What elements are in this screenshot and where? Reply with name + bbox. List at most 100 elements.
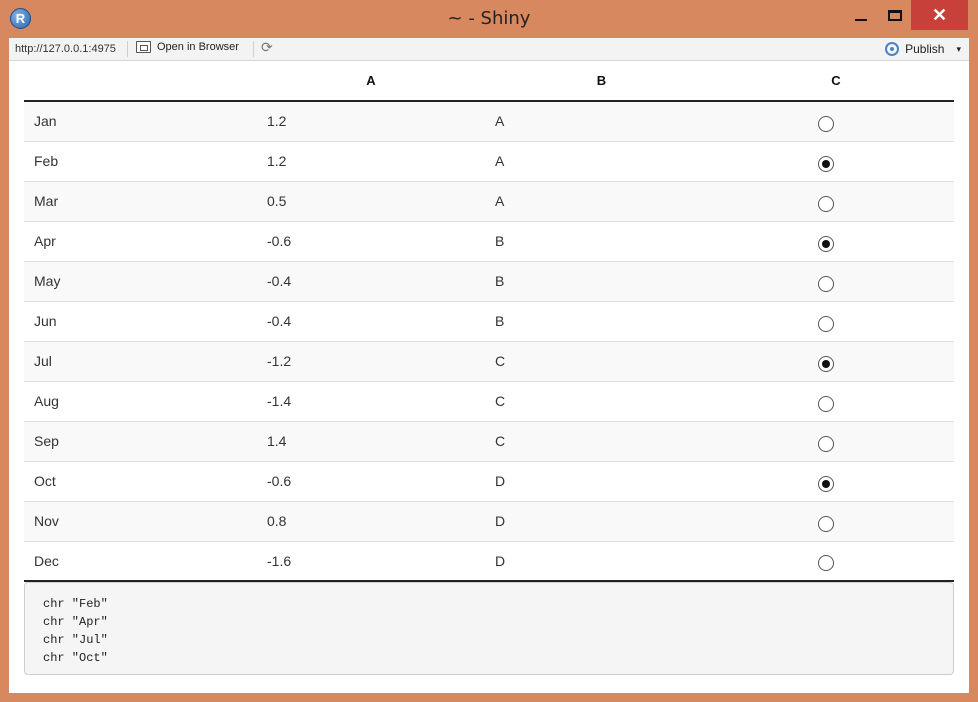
close-icon: ✕ [931, 4, 948, 25]
value-a-cell: -0.4 [257, 301, 485, 342]
radio-cell [718, 421, 954, 462]
table-row: Oct -0.6 D [24, 461, 954, 502]
radio-cell [718, 221, 954, 262]
month-cell: Nov [24, 501, 257, 542]
refresh-icon[interactable]: ⟳ [261, 39, 273, 56]
radio-button[interactable] [818, 395, 834, 412]
app-window: R ~ - Shiny ✕ http://127.0.0.1:4975 Open… [0, 0, 978, 702]
value-b-cell: C [485, 421, 718, 462]
table-row: Aug -1.4 C [24, 381, 954, 422]
value-a-cell: 0.5 [257, 181, 485, 222]
data-table: A B C Jan 1.2 A Feb 1.2 A Mar 0.5 A Apr -0.6 B May -0… [24, 61, 954, 582]
value-a-cell: 1.2 [257, 101, 485, 142]
viewer-toolbar: http://127.0.0.1:4975 Open in Browser ⟳ … [9, 38, 969, 61]
toolbar-divider [253, 41, 254, 57]
table-row: Apr -0.6 B [24, 221, 954, 262]
publish-button[interactable]: Publish ▾ [885, 42, 961, 56]
month-cell: Sep [24, 421, 257, 462]
value-a-cell: 0.8 [257, 501, 485, 542]
output-line: chr "Feb" [43, 597, 108, 611]
month-cell: Oct [24, 461, 257, 502]
maximize-button[interactable] [880, 0, 910, 30]
column-header-c: C [718, 61, 954, 102]
month-cell: Mar [24, 181, 257, 222]
maximize-icon [888, 9, 902, 21]
value-b-cell: A [485, 101, 718, 142]
minimize-button[interactable] [846, 0, 876, 30]
radio-button[interactable] [818, 555, 834, 572]
radio-button-selected[interactable] [818, 235, 834, 252]
radio-button-selected[interactable] [818, 155, 834, 172]
value-b-cell: D [485, 501, 718, 542]
value-b-cell: D [485, 461, 718, 502]
value-b-cell: D [485, 541, 718, 582]
url-label: http://127.0.0.1:4975 [15, 43, 116, 55]
radio-button-selected[interactable] [818, 475, 834, 492]
month-cell: Aug [24, 381, 257, 422]
month-cell: Dec [24, 541, 257, 582]
table-row: Sep 1.4 C [24, 421, 954, 462]
table-row: Jun -0.4 B [24, 301, 954, 342]
value-a-cell: 1.4 [257, 421, 485, 462]
radio-button[interactable] [818, 435, 834, 452]
table-row: Nov 0.8 D [24, 501, 954, 542]
value-b-cell: B [485, 221, 718, 262]
radio-button[interactable] [818, 515, 834, 532]
table-row: Mar 0.5 A [24, 181, 954, 222]
table-row: May -0.4 B [24, 261, 954, 302]
radio-cell [718, 301, 954, 342]
table-row: Dec -1.6 D [24, 541, 954, 582]
radio-cell [718, 261, 954, 302]
chevron-down-icon[interactable]: ▾ [956, 44, 961, 55]
window-title: ~ - Shiny [447, 8, 531, 29]
radio-cell [718, 381, 954, 422]
value-a-cell: -0.6 [257, 461, 485, 502]
value-b-cell: B [485, 261, 718, 302]
close-button[interactable]: ✕ [911, 0, 968, 30]
shiny-app-content: A B C Jan 1.2 A Feb 1.2 A Mar 0.5 A Apr -0.6 B May -0… [9, 61, 969, 693]
radio-cell [718, 541, 954, 582]
table-header-row: A B C [24, 61, 954, 102]
radio-cell [718, 341, 954, 382]
column-header-b: B [485, 61, 718, 102]
radio-button[interactable] [818, 315, 834, 332]
minimize-icon [855, 19, 867, 21]
column-header [24, 61, 257, 102]
value-a-cell: -1.4 [257, 381, 485, 422]
value-b-cell: C [485, 381, 718, 422]
value-a-cell: -0.4 [257, 261, 485, 302]
value-a-cell: -0.6 [257, 221, 485, 262]
value-b-cell: A [485, 141, 718, 182]
output-line: chr "Oct" [43, 651, 108, 665]
radio-button-selected[interactable] [818, 355, 834, 372]
value-a-cell: -1.6 [257, 541, 485, 582]
month-cell: Apr [24, 221, 257, 262]
month-cell: Jan [24, 101, 257, 142]
radio-button[interactable] [818, 195, 834, 212]
radio-button[interactable] [818, 275, 834, 292]
toolbar-divider [127, 41, 128, 57]
radio-cell [718, 461, 954, 502]
publish-icon [885, 42, 900, 56]
output-line: chr "Apr" [43, 615, 108, 629]
month-cell: May [24, 261, 257, 302]
value-a-cell: -1.2 [257, 341, 485, 382]
title-bar[interactable]: R ~ - Shiny ✕ [0, 0, 978, 38]
radio-cell [718, 101, 954, 142]
column-header-a: A [257, 61, 485, 102]
value-b-cell: A [485, 181, 718, 222]
radio-button[interactable] [818, 115, 834, 132]
open-in-browser-button[interactable]: Open in Browser [136, 41, 239, 53]
value-a-cell: 1.2 [257, 141, 485, 182]
value-b-cell: C [485, 341, 718, 382]
output-line: chr "Jul" [43, 633, 108, 647]
month-cell: Feb [24, 141, 257, 182]
month-cell: Jul [24, 341, 257, 382]
value-b-cell: B [485, 301, 718, 342]
radio-cell [718, 181, 954, 222]
radio-cell [718, 141, 954, 182]
month-cell: Jun [24, 301, 257, 342]
table-row: Jan 1.2 A [24, 101, 954, 142]
table-row: Jul -1.2 C [24, 341, 954, 382]
browser-icon [136, 41, 151, 53]
